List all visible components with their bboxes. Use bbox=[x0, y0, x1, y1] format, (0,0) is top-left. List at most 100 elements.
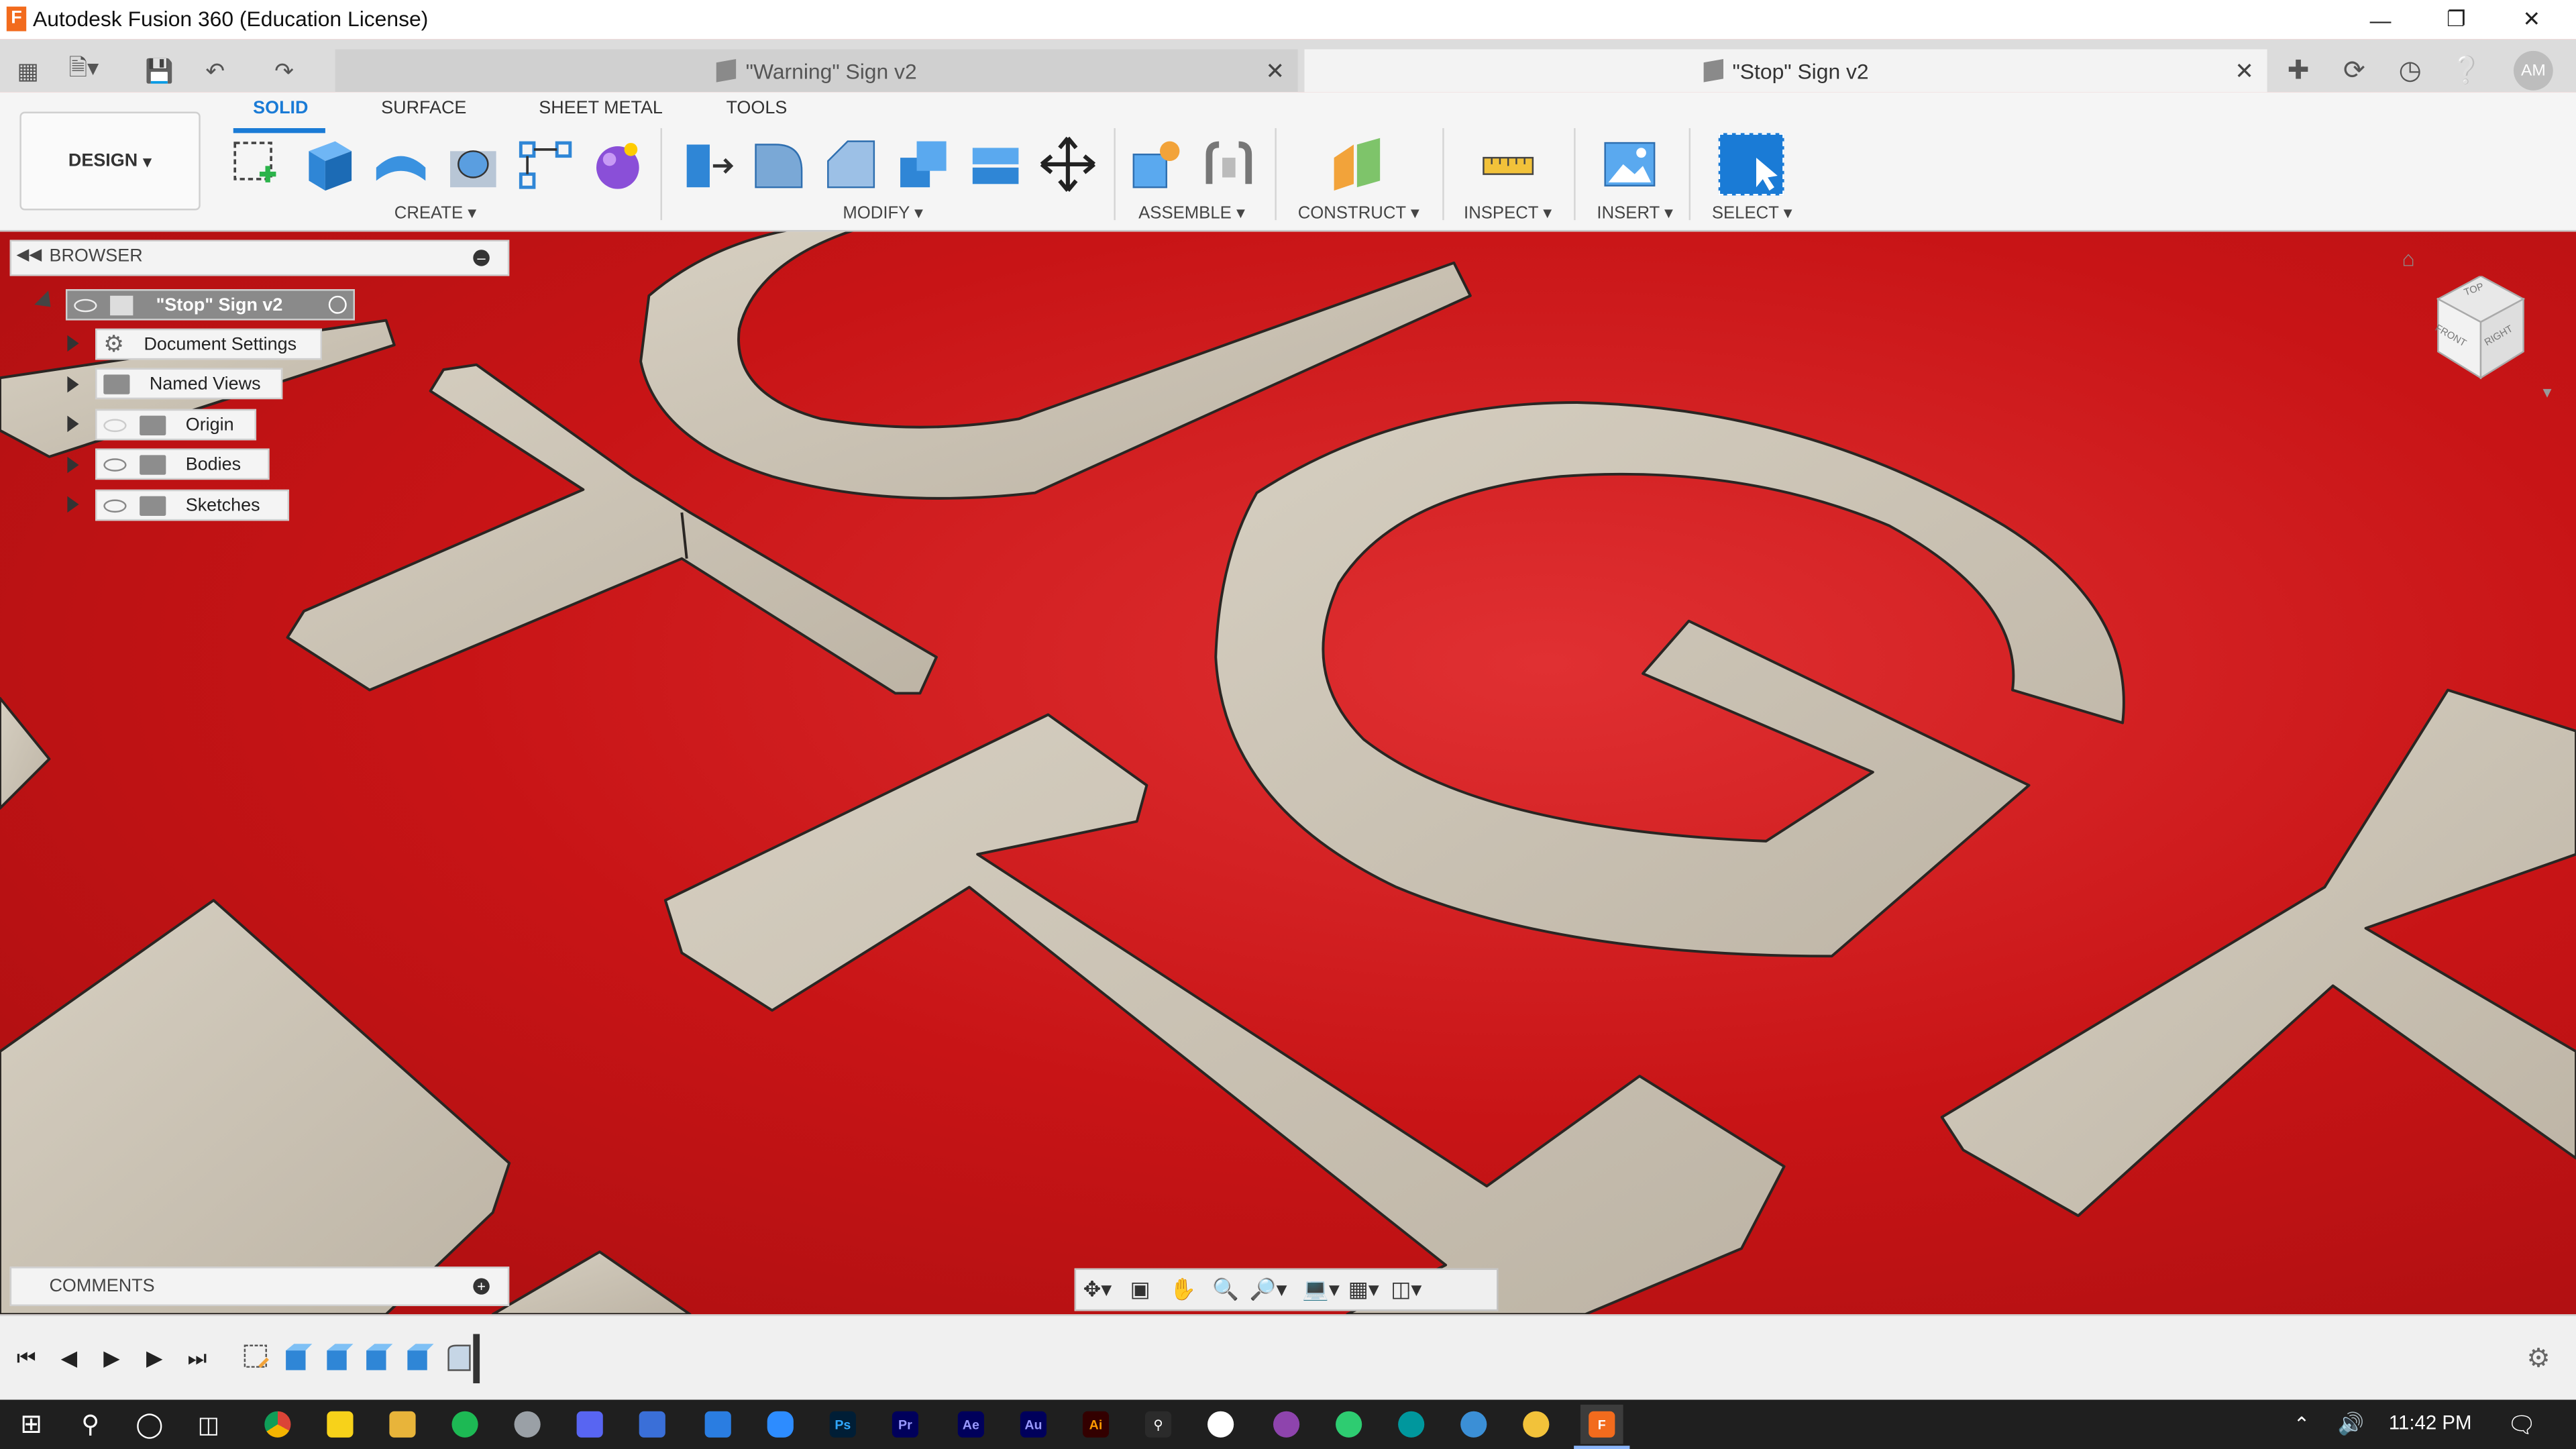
tab-tools[interactable]: TOOLS bbox=[726, 99, 787, 118]
inspect-menu[interactable]: INSPECT ▾ bbox=[1464, 204, 1552, 223]
timeline-sketch-icon[interactable] bbox=[240, 1340, 273, 1373]
insert-image-icon[interactable] bbox=[1600, 135, 1659, 194]
github-icon[interactable] bbox=[1265, 1405, 1308, 1444]
insert-menu[interactable]: INSERT ▾ bbox=[1597, 204, 1672, 223]
move-copy-icon[interactable] bbox=[1038, 135, 1097, 194]
globe-app-icon[interactable] bbox=[1452, 1405, 1495, 1444]
tray-overflow-icon[interactable]: ⌃ bbox=[2280, 1405, 2323, 1444]
collapse-browser-icon[interactable]: ◀◀ bbox=[16, 246, 42, 264]
audition-icon[interactable]: Au bbox=[1012, 1405, 1055, 1444]
restore-button[interactable]: ❐ bbox=[2418, 0, 2494, 40]
illustrator-icon[interactable]: Ai bbox=[1075, 1405, 1118, 1444]
tab-warning-sign[interactable]: "Warning" Sign v2 ✕ bbox=[335, 49, 1298, 93]
combine-icon[interactable] bbox=[894, 135, 953, 194]
tab-surface[interactable]: SURFACE bbox=[381, 99, 466, 118]
after-effects-icon[interactable]: Ae bbox=[950, 1405, 993, 1444]
file-explorer-icon[interactable] bbox=[381, 1405, 424, 1444]
measure-icon[interactable] bbox=[1479, 135, 1538, 194]
visibility-eye-icon[interactable] bbox=[103, 498, 127, 512]
hidden-eye-icon[interactable] bbox=[103, 418, 127, 431]
joint-icon[interactable] bbox=[1199, 135, 1258, 194]
activate-radio-icon[interactable] bbox=[328, 295, 347, 314]
zoom-app-icon[interactable] bbox=[759, 1405, 802, 1444]
taskbar-clock[interactable]: 11:42 PM bbox=[2389, 1411, 2472, 1434]
cortana-icon[interactable]: ◯ bbox=[128, 1405, 171, 1444]
orbit-icon[interactable]: ✥▾ bbox=[1076, 1273, 1119, 1306]
viewcube-menu-icon[interactable]: ▼ bbox=[2540, 384, 2555, 400]
browser-root-node[interactable]: "Stop" Sign v2 bbox=[65, 289, 355, 321]
user-avatar[interactable]: AM bbox=[2513, 50, 2553, 91]
expand-icon[interactable] bbox=[67, 415, 79, 433]
shell-icon[interactable] bbox=[966, 135, 1025, 194]
close-tab-icon[interactable]: ✕ bbox=[2235, 58, 2254, 86]
green-app-icon[interactable] bbox=[1328, 1405, 1371, 1444]
grid-settings-icon[interactable]: ▦▾ bbox=[1342, 1273, 1385, 1306]
data-panel-grid-icon[interactable]: ▦ bbox=[10, 52, 46, 89]
photoshop-icon[interactable]: Ps bbox=[822, 1405, 865, 1444]
sticky-notes-icon[interactable] bbox=[319, 1405, 362, 1444]
discord-icon[interactable] bbox=[568, 1405, 611, 1444]
assemble-menu[interactable]: ASSEMBLE ▾ bbox=[1138, 204, 1245, 223]
browser-item-sketches[interactable]: Sketches bbox=[95, 489, 290, 521]
timeline-fillet-icon[interactable] bbox=[443, 1340, 476, 1373]
calculator-icon[interactable] bbox=[631, 1405, 674, 1444]
go-to-start-icon[interactable]: ⏮ bbox=[10, 1344, 43, 1373]
browser-item-named-views[interactable]: Named Views bbox=[95, 368, 283, 400]
tab-sheet-metal[interactable]: SHEET METAL bbox=[539, 99, 663, 118]
windows-start-icon[interactable]: ⊞ bbox=[10, 1405, 53, 1444]
create-menu[interactable]: CREATE ▾ bbox=[394, 204, 476, 223]
help-icon[interactable]: ❔ bbox=[2445, 51, 2487, 91]
browser-item-bodies[interactable]: Bodies bbox=[95, 448, 270, 480]
zoom-icon[interactable]: 🔍 bbox=[1204, 1273, 1247, 1306]
browser-pin-icon[interactable]: – bbox=[473, 250, 490, 266]
tab-stop-sign[interactable]: "Stop" Sign v2 ✕ bbox=[1304, 49, 2267, 93]
browser-item-origin[interactable]: Origin bbox=[95, 409, 257, 441]
create-form-icon[interactable] bbox=[588, 135, 647, 194]
play-icon[interactable]: ▶ bbox=[95, 1344, 128, 1373]
extensions-icon[interactable]: ⟳ bbox=[2333, 51, 2376, 91]
close-window-button[interactable]: ✕ bbox=[2494, 0, 2570, 40]
workspace-switcher-button[interactable]: DESIGN ▾ bbox=[19, 111, 201, 211]
press-pull-icon[interactable] bbox=[677, 135, 736, 194]
visibility-eye-icon[interactable] bbox=[74, 298, 97, 312]
visibility-eye-icon[interactable] bbox=[103, 458, 127, 471]
premiere-icon[interactable]: Pr bbox=[884, 1405, 927, 1444]
fillet-icon[interactable] bbox=[749, 135, 808, 194]
redo-icon[interactable]: ↷ bbox=[266, 52, 303, 89]
undo-icon[interactable]: ↶ bbox=[197, 52, 233, 89]
arduino-icon[interactable] bbox=[1390, 1405, 1433, 1444]
display-settings-icon[interactable]: 💻▾ bbox=[1299, 1273, 1342, 1306]
cyberduck-icon[interactable] bbox=[1515, 1405, 1558, 1444]
go-to-end-icon[interactable]: ⏭ bbox=[180, 1344, 213, 1373]
acrobat-icon[interactable]: ⚲ bbox=[1137, 1405, 1180, 1444]
expand-icon[interactable] bbox=[67, 376, 79, 393]
select-menu[interactable]: SELECT ▾ bbox=[1712, 204, 1792, 223]
expand-icon[interactable] bbox=[67, 456, 79, 474]
search-icon[interactable]: ⚲ bbox=[69, 1405, 112, 1444]
task-view-icon[interactable]: ◫ bbox=[187, 1405, 230, 1444]
expand-icon[interactable] bbox=[67, 335, 79, 352]
tab-solid[interactable]: SOLID bbox=[253, 99, 308, 118]
fit-zoom-icon[interactable]: 🔎▾ bbox=[1247, 1273, 1290, 1306]
close-tab-icon[interactable]: ✕ bbox=[1265, 58, 1285, 86]
job-status-clock-icon[interactable]: ◷ bbox=[2389, 51, 2432, 91]
browser-item-document-settings[interactable]: ⚙ Document Settings bbox=[95, 328, 323, 360]
3d-viewport[interactable]: ⌂ TOP FRONT RIGHT ▼ bbox=[0, 229, 2576, 1315]
camera-app-icon[interactable] bbox=[1199, 1405, 1242, 1444]
select-tool-icon[interactable] bbox=[1718, 133, 1784, 196]
notifications-icon[interactable]: 🗨 bbox=[2500, 1405, 2543, 1444]
timeline-extrude-icon[interactable] bbox=[362, 1340, 394, 1373]
pattern-icon[interactable] bbox=[516, 135, 575, 194]
revolve-icon[interactable] bbox=[371, 135, 430, 194]
viewports-icon[interactable]: ◫▾ bbox=[1385, 1273, 1428, 1306]
volume-icon[interactable]: 🔊 bbox=[2330, 1405, 2373, 1444]
fusion-360-taskbar-icon[interactable]: F bbox=[1580, 1404, 1623, 1444]
timeline-extrude-icon[interactable] bbox=[281, 1340, 314, 1373]
file-menu-icon[interactable]: 🗎▾ bbox=[66, 52, 102, 89]
browser-app-icon[interactable] bbox=[506, 1405, 549, 1444]
timeline-extrude-icon[interactable] bbox=[402, 1340, 435, 1373]
minimize-button[interactable]: — bbox=[2343, 0, 2418, 40]
pan-hand-icon[interactable]: ✋ bbox=[1161, 1273, 1204, 1306]
chrome-icon[interactable] bbox=[256, 1405, 299, 1444]
snip-sketch-icon[interactable] bbox=[696, 1405, 739, 1444]
